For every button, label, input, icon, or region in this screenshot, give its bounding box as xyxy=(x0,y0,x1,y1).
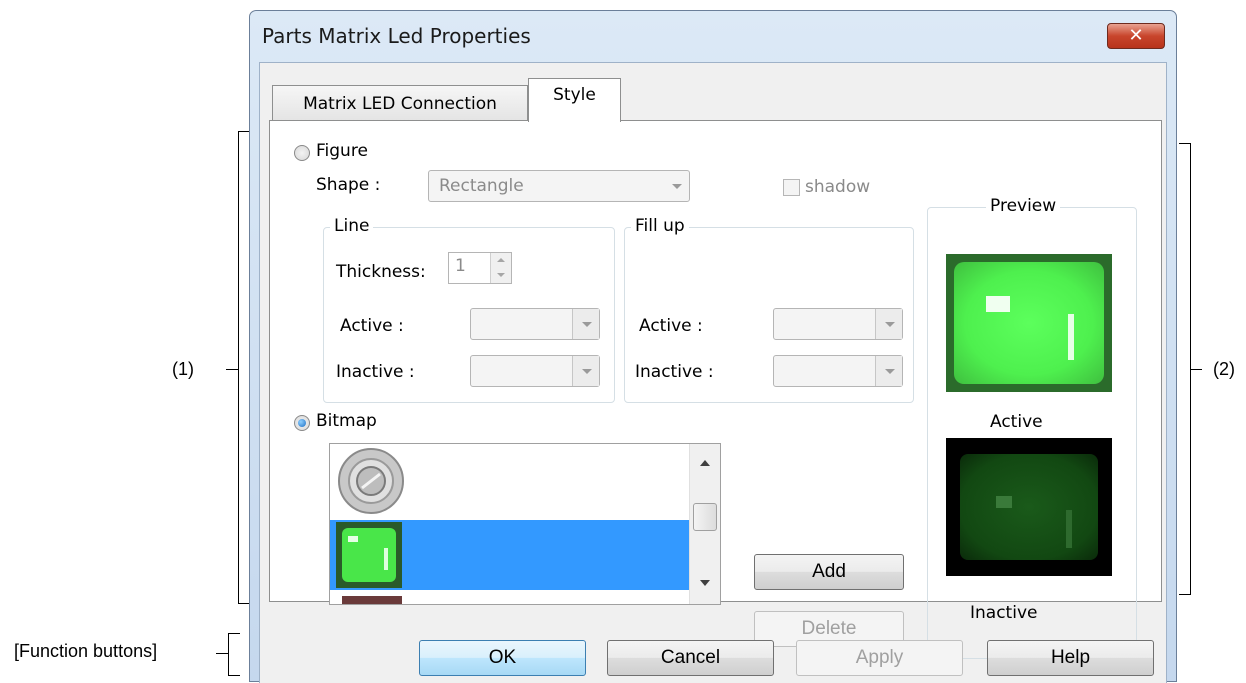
bracket-area-2-bottom xyxy=(1179,594,1190,595)
inactive-led-body xyxy=(960,454,1098,560)
fill-up-group: Fill up Active : Inactive : xyxy=(624,216,914,403)
shadow-label: shadow xyxy=(805,177,871,197)
bracket-area-2-tick xyxy=(1190,369,1202,370)
ok-button[interactable]: OK xyxy=(419,640,586,676)
inactive-led-highlight-bar xyxy=(1066,510,1072,548)
list-item-partial xyxy=(342,596,402,604)
list-vertical-scrollbar[interactable] xyxy=(689,444,720,604)
shape-label: Shape : xyxy=(316,175,381,195)
bitmap-radio[interactable] xyxy=(294,415,310,431)
dialog-client-area: Matrix LED Connection Style Figure Shape… xyxy=(259,62,1167,683)
preview-group: Preview Active Inactive xyxy=(927,196,1137,659)
tab-matrix-led-connection[interactable]: Matrix LED Connection xyxy=(272,85,528,121)
fill-inactive-color-dropdown[interactable] xyxy=(773,355,903,387)
style-tab-panel: Figure Shape : Rectangle shadow Line Thi… xyxy=(269,120,1162,659)
figure-label: Figure xyxy=(316,141,368,161)
annotation-area-2: (2) xyxy=(1213,359,1235,379)
button-bitmap-icon xyxy=(338,448,404,514)
figure-radio[interactable] xyxy=(294,145,310,161)
bracket-area-2-top xyxy=(1179,143,1190,144)
bitmap-label: Bitmap xyxy=(316,411,377,431)
thickness-label: Thickness: xyxy=(336,262,426,282)
chevron-down-icon xyxy=(572,356,599,386)
preview-active-label: Active xyxy=(990,412,1043,432)
scroll-down-icon[interactable] xyxy=(700,580,710,586)
active-preview-image xyxy=(946,254,1112,392)
stepper-down-icon[interactable] xyxy=(490,268,511,283)
chevron-down-icon xyxy=(875,309,902,339)
line-inactive-color-dropdown[interactable] xyxy=(470,355,600,387)
add-button[interactable]: Add xyxy=(754,554,904,590)
dialog-title: Parts Matrix Led Properties xyxy=(262,24,531,48)
preview-inactive-label: Inactive xyxy=(970,603,1038,623)
bracket-fb-top xyxy=(228,633,240,634)
help-button[interactable]: Help xyxy=(987,640,1154,676)
active-led-glow xyxy=(954,262,1104,384)
bracket-area-1 xyxy=(238,131,239,604)
line-active-color-dropdown[interactable] xyxy=(470,308,600,340)
preview-legend: Preview xyxy=(986,196,1061,216)
properties-dialog: Parts Matrix Led Properties ✕ Matrix LED… xyxy=(249,10,1177,683)
list-item[interactable] xyxy=(330,444,690,518)
inactive-led-highlight xyxy=(996,496,1012,508)
fill-inactive-label: Inactive : xyxy=(635,362,714,382)
thickness-stepper[interactable]: 1 xyxy=(448,252,512,284)
line-legend: Line xyxy=(330,216,374,236)
shape-dropdown[interactable]: Rectangle xyxy=(428,170,690,202)
bracket-area-1-tick xyxy=(226,369,238,370)
inactive-preview-image xyxy=(946,438,1112,576)
line-inactive-label: Inactive : xyxy=(336,362,415,382)
close-icon: ✕ xyxy=(1128,25,1144,46)
shape-value: Rectangle xyxy=(439,176,524,196)
scroll-thumb[interactable] xyxy=(693,503,717,531)
active-led-highlight-bar xyxy=(1068,314,1074,360)
green-led-bitmap-icon xyxy=(336,522,402,588)
tab-style[interactable]: Style xyxy=(528,78,621,122)
scroll-up-icon[interactable] xyxy=(700,460,710,466)
bracket-fb-bottom xyxy=(228,675,240,676)
bracket-area-1-bottom xyxy=(238,603,249,604)
line-group: Line Thickness: 1 Active : Inactive : xyxy=(323,216,615,403)
bitmap-list[interactable] xyxy=(329,443,721,605)
fill-up-legend: Fill up xyxy=(631,216,689,236)
line-active-label: Active : xyxy=(340,316,404,336)
stepper-up-icon[interactable] xyxy=(490,253,511,269)
fill-active-color-dropdown[interactable] xyxy=(773,308,903,340)
annotation-area-1: (1) xyxy=(172,359,194,379)
thickness-value: 1 xyxy=(455,256,466,276)
fill-active-label: Active : xyxy=(639,316,703,336)
close-button[interactable]: ✕ xyxy=(1107,23,1165,49)
chevron-down-icon xyxy=(663,171,689,201)
bracket-area-1-top xyxy=(238,131,249,132)
apply-button[interactable]: Apply xyxy=(796,640,963,676)
active-led-highlight xyxy=(986,296,1010,312)
bracket-fb-tick xyxy=(216,653,228,654)
cancel-button[interactable]: Cancel xyxy=(607,640,774,676)
chevron-down-icon xyxy=(572,309,599,339)
bracket-function-buttons xyxy=(228,633,229,676)
annotation-function-buttons: [Function buttons] xyxy=(14,641,158,661)
list-item-selected[interactable] xyxy=(330,520,690,590)
shadow-checkbox[interactable] xyxy=(783,179,800,196)
chevron-down-icon xyxy=(875,356,902,386)
